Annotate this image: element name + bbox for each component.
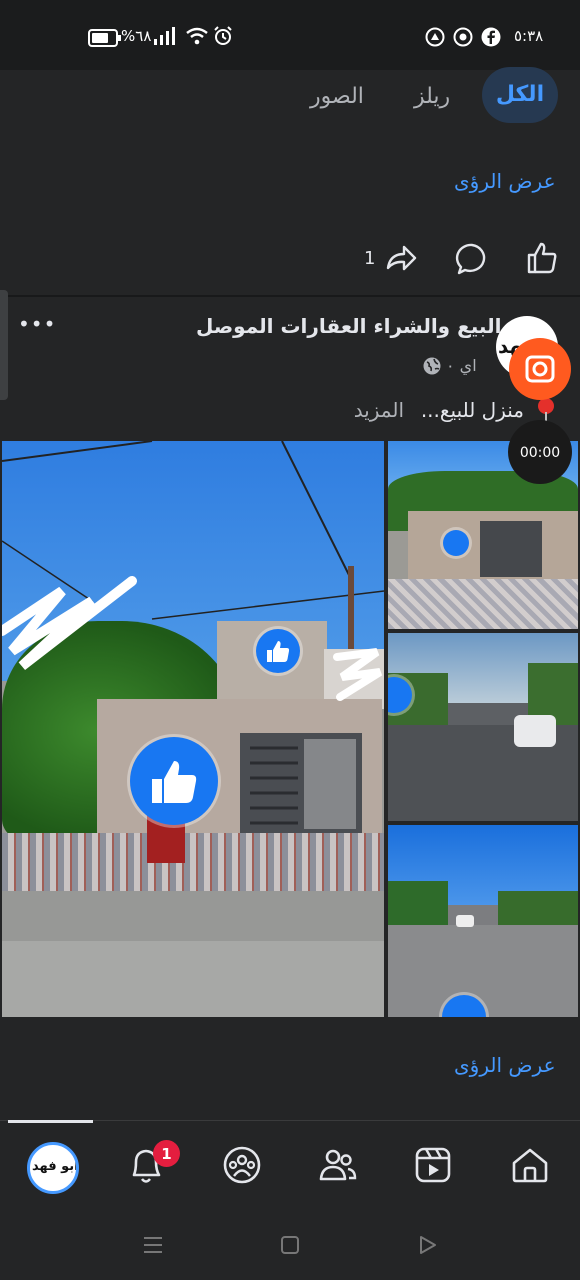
- active-tab-indicator: [8, 1120, 93, 1123]
- filter-tabs: الكل ريلز الصور: [0, 67, 580, 130]
- globe-icon: [423, 357, 441, 375]
- see-more-link[interactable]: المزيد: [354, 398, 404, 422]
- home-icon: [512, 1148, 548, 1183]
- battery-percent: %٦٨: [121, 27, 152, 45]
- profile-avatar-text: ابو فهد: [32, 1159, 79, 1174]
- post-separator: [0, 295, 580, 297]
- tab-all[interactable]: الكل: [482, 67, 558, 123]
- reels-icon: [415, 1147, 451, 1183]
- like-icon[interactable]: [525, 241, 559, 275]
- post-meta: اي ٠: [446, 356, 477, 375]
- like-sticker-icon: [256, 629, 300, 673]
- recording-timer-text: 00:00: [519, 445, 561, 461]
- wifi-icon: [186, 27, 208, 45]
- notification-badge: 1: [153, 1140, 180, 1167]
- friends-icon: [319, 1149, 357, 1181]
- tab-photos[interactable]: الصور: [310, 84, 364, 109]
- like-sticker-icon: [443, 530, 469, 556]
- post-actions: 1: [360, 236, 570, 282]
- recent-apps-icon[interactable]: [142, 1235, 164, 1255]
- screen-recorder-button[interactable]: [509, 338, 571, 400]
- share-icon[interactable]: [384, 242, 418, 274]
- alarm-icon: [214, 26, 232, 45]
- like-sticker-icon: [130, 737, 218, 825]
- groups-icon: [223, 1146, 261, 1184]
- system-home-icon[interactable]: [280, 1235, 300, 1255]
- post-photo-main[interactable]: [2, 441, 384, 1017]
- page-name[interactable]: البيع والشراء العقارات الموصل: [196, 314, 501, 338]
- status-bar: %٦٨ ٥:٣٨: [0, 0, 580, 70]
- clock: ٥:٣٨: [514, 27, 544, 45]
- signal-icon: [154, 27, 175, 45]
- comment-icon[interactable]: [455, 242, 489, 276]
- camera-capture-icon: [525, 355, 555, 383]
- tab-reels[interactable]: ريلز: [414, 84, 450, 109]
- post-view-insights-link[interactable]: عرض الرؤى: [454, 1053, 556, 1077]
- system-back-icon[interactable]: [418, 1235, 438, 1255]
- nav-reels[interactable]: [414, 1146, 452, 1184]
- nav-home[interactable]: [510, 1145, 550, 1185]
- recording-timer: 00:00: [508, 420, 572, 484]
- app-notification-icon: [425, 27, 445, 47]
- scroll-indicator: [0, 290, 8, 400]
- post-text: منزل للبيع...: [420, 398, 524, 422]
- nav-groups[interactable]: [222, 1145, 262, 1185]
- post-photo-3[interactable]: [388, 633, 578, 821]
- nav-profile[interactable]: ابو فهد: [27, 1142, 79, 1194]
- facebook-notification-icon: [481, 27, 501, 47]
- record-notification-icon: [453, 27, 473, 47]
- notification-badge-count: 1: [161, 1145, 172, 1163]
- view-insights-link[interactable]: عرض الرؤى: [454, 169, 556, 193]
- post-photo-4[interactable]: [388, 825, 578, 1017]
- share-count: 1: [364, 248, 376, 269]
- more-options-button[interactable]: •••: [18, 312, 56, 336]
- battery-icon: [88, 29, 121, 47]
- nav-friends[interactable]: [318, 1145, 358, 1185]
